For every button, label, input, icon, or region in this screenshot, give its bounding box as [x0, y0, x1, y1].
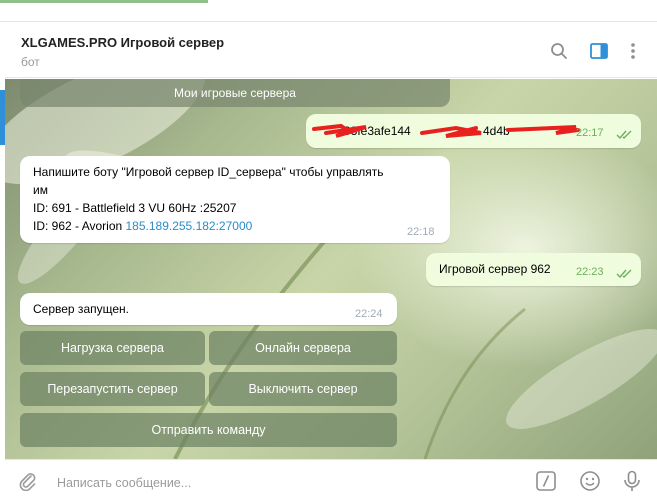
message-line-prefix: ID: 962 - Avorion	[33, 219, 126, 233]
chat-title[interactable]: XLGAMES.PRO Игровой сервер	[21, 35, 224, 50]
message-line: ID: 962 - Avorion 185.189.255.182:27000	[33, 217, 252, 235]
chat-area[interactable]: Мои игровые сервера 93fe3afe144 4d4b 22:…	[5, 79, 657, 459]
chat-subtitle: бот	[21, 55, 40, 69]
sidebar-panel-icon[interactable]	[588, 40, 610, 62]
message-line: им	[33, 183, 48, 197]
message-input[interactable]: Написать сообщение...	[57, 476, 191, 490]
keyboard-button-send-command[interactable]: Отправить команду	[20, 413, 397, 447]
keyboard-button-server-load[interactable]: Нагрузка сервера	[20, 331, 205, 365]
outgoing-message-bubble[interactable]: 93fe3afe144 4d4b 22:17	[306, 114, 641, 148]
microphone-icon[interactable]	[620, 469, 644, 493]
message-time: 22:24	[355, 308, 383, 320]
read-checkmark-icon	[616, 130, 632, 140]
incoming-message-bubble[interactable]: Напишите боту "Игровой сервер ID_сервера…	[20, 156, 450, 243]
search-icon[interactable]	[548, 40, 570, 62]
emoji-icon[interactable]	[578, 469, 602, 493]
message-time: 22:17	[576, 127, 604, 139]
top-strip-accent	[0, 0, 208, 3]
keyboard-button-server-online[interactable]: Онлайн сервера	[209, 331, 397, 365]
message-line: ID: 691 - Battlefield 3 VU 60Hz :25207	[33, 201, 237, 215]
message-input-bar: Написать сообщение...	[5, 459, 657, 498]
window-top-strip	[0, 0, 657, 22]
message-line: Напишите боту "Игровой сервер ID_сервера…	[33, 165, 384, 179]
server-address-link[interactable]: 185.189.255.182:27000	[126, 219, 253, 233]
chat-header: XLGAMES.PRO Игровой сервер бот	[5, 22, 657, 78]
message-time: 22:23	[576, 266, 604, 278]
outgoing-message-bubble[interactable]: Игровой сервер 962 22:23	[426, 253, 641, 286]
slash-command-icon[interactable]	[534, 469, 558, 493]
message-text: Игровой сервер 962	[439, 262, 551, 276]
incoming-message-bubble[interactable]: Сервер запущен. 22:24	[20, 293, 397, 325]
more-vertical-icon[interactable]	[622, 40, 644, 62]
read-checkmark-icon	[616, 269, 632, 279]
keyboard-button-my-servers[interactable]: Мои игровые сервера	[20, 79, 450, 107]
message-time: 22:18	[407, 226, 435, 238]
message-text: Сервер запущен.	[33, 302, 129, 316]
keyboard-button-shutdown-server[interactable]: Выключить сервер	[209, 372, 397, 406]
keyboard-button-restart-server[interactable]: Перезапустить сервер	[20, 372, 205, 406]
attach-icon[interactable]	[16, 469, 40, 493]
